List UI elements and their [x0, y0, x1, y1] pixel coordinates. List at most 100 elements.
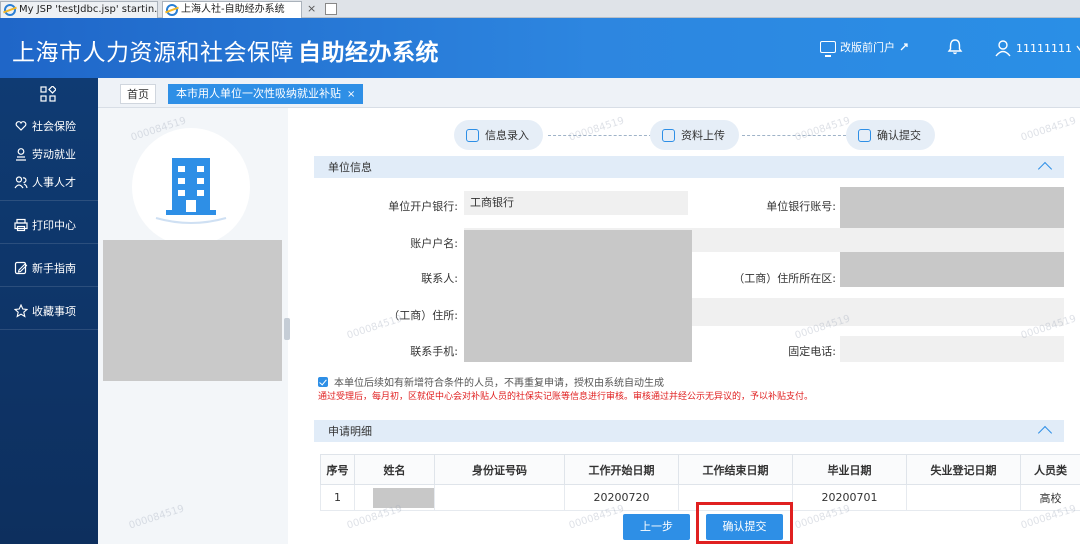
address-label: （工商）住所: — [388, 309, 458, 322]
sidebar-item-label: 劳动就业 — [32, 148, 76, 161]
sidebar-item-print-center[interactable]: 打印中心 — [0, 213, 98, 237]
old-portal-label: 改版前门户 — [840, 41, 895, 54]
mobile-label: 联系手机: — [410, 345, 458, 358]
upload-icon — [662, 128, 675, 142]
monitor-icon — [820, 41, 836, 57]
apps-grid-icon[interactable] — [40, 86, 56, 102]
page-tab-bar: 首页 本市用人单位一次性吸纳就业补贴 × — [98, 78, 1080, 108]
tab-current-label: 本市用人单位一次性吸纳就业补贴 — [176, 87, 341, 100]
system-title-bold: 自助经办系统 — [298, 40, 439, 66]
column-header: 身份证号码 — [434, 454, 565, 485]
link-icon — [900, 43, 908, 51]
auth-checkbox-label: 本单位后续如有新增符合条件的人员，不再重复申请，授权由系统自动生成 — [334, 378, 664, 389]
building-icon — [155, 158, 227, 224]
redacted-name-id — [373, 488, 434, 508]
printer-icon — [14, 218, 28, 232]
step-label: 信息录入 — [485, 129, 529, 142]
redacted-unit-info — [103, 240, 282, 381]
cell-unemp-date — [906, 484, 1021, 511]
person-badge-icon — [16, 148, 26, 161]
cell-person-type: 高校 — [1020, 484, 1080, 511]
section-title: 申请明细 — [328, 425, 372, 438]
people-icon — [14, 176, 28, 189]
chevron-down-icon — [1076, 45, 1080, 52]
column-header: 人员类 — [1020, 454, 1080, 485]
cell-grad-date: 20200701 — [792, 484, 907, 511]
heart-hand-icon — [15, 121, 27, 131]
step-confirm: 确认提交 — [846, 120, 935, 150]
step-info-entry: 信息录入 — [454, 120, 543, 150]
sidebar-divider — [0, 286, 98, 287]
bell-icon[interactable] — [947, 38, 963, 55]
sidebar-item-label: 人事人才 — [32, 176, 76, 189]
column-header: 序号 — [320, 454, 355, 485]
phone-field[interactable] — [840, 336, 1064, 362]
edit-icon — [466, 128, 479, 142]
cell-start-date: 20200720 — [564, 484, 679, 511]
browser-tab-strip: My JSP 'testJdbc.jsp' startin... 上海人社-自助… — [0, 0, 1080, 18]
checkbox-checked-icon[interactable] — [318, 376, 328, 387]
left-sidebar: 社会保险 劳动就业 人事人才 打印中心 新手指南 收藏事项 — [0, 78, 98, 544]
section-title: 单位信息 — [328, 161, 372, 174]
sidebar-item-label: 打印中心 — [32, 219, 76, 232]
phone-label: 固定电话: — [788, 345, 836, 358]
redacted-contact-block — [464, 230, 692, 362]
browser-tab-label: 上海人社-自助经办系统 — [181, 4, 285, 15]
star-icon — [14, 304, 28, 318]
bank-label: 单位开户银行: — [388, 200, 458, 213]
account-no-label: 单位银行账号: — [766, 200, 836, 213]
edit-icon — [14, 261, 28, 275]
tab-home[interactable]: 首页 — [120, 84, 156, 104]
contact-label: 联系人: — [421, 272, 458, 285]
step-connector — [742, 135, 846, 136]
sidebar-item-personnel[interactable]: 人事人才 — [0, 170, 98, 194]
system-title-main: 上海市人力资源和社会保障 — [12, 40, 294, 66]
cell-seq: 1 — [320, 484, 355, 511]
column-header: 工作开始日期 — [564, 454, 679, 485]
submit-highlight-box — [696, 502, 793, 544]
user-name: 11111111 — [1016, 41, 1072, 55]
close-icon[interactable]: × — [347, 89, 355, 100]
chevron-up-icon[interactable] — [1037, 425, 1053, 441]
district-label: （工商）住所所在区: — [733, 272, 836, 285]
bank-field[interactable]: 工商银行 — [464, 191, 688, 215]
sidebar-divider — [0, 329, 98, 330]
main-content: 信息录入 资料上传 确认提交 单位信息 单位开户银行: 工商银行 单位银行账号:… — [290, 108, 1080, 544]
chevron-up-icon[interactable] — [1037, 161, 1053, 177]
cell-name — [354, 484, 435, 511]
step-label: 确认提交 — [877, 129, 921, 142]
new-tab-icon[interactable] — [325, 3, 337, 15]
app-header: 上海市人力资源和社会保障 自助经办系统 改版前门户 11111111 — [0, 18, 1080, 78]
cell-id — [434, 484, 565, 511]
prev-step-button[interactable]: 上一步 — [623, 514, 690, 540]
sidebar-divider — [0, 243, 98, 244]
column-header: 毕业日期 — [792, 454, 907, 485]
browser-tab-label: My JSP 'testJdbc.jsp' startin... — [19, 4, 158, 15]
column-header: 失业登记日期 — [906, 454, 1021, 485]
account-name-label: 账户户名: — [410, 237, 458, 250]
sidebar-item-label: 收藏事项 — [32, 305, 76, 318]
ie-icon — [166, 4, 178, 16]
company-avatar — [132, 128, 250, 246]
sidebar-item-label: 社会保险 — [32, 120, 76, 133]
system-title: 上海市人力资源和社会保障 自助经办系统 — [12, 33, 439, 67]
sidebar-item-beginner-guide[interactable]: 新手指南 — [0, 256, 98, 280]
sidebar-item-favorites[interactable]: 收藏事项 — [0, 299, 98, 323]
user-menu[interactable]: 11111111 — [994, 39, 1080, 57]
sidebar-item-label: 新手指南 — [32, 262, 76, 275]
sidebar-item-employment[interactable]: 劳动就业 — [0, 142, 98, 166]
tab-current-service[interactable]: 本市用人单位一次性吸纳就业补贴 × — [168, 84, 364, 104]
step-upload: 资料上传 — [650, 120, 739, 150]
user-icon — [995, 40, 1011, 57]
section-detail: 申请明细 — [314, 420, 1064, 442]
sidebar-item-social-insurance[interactable]: 社会保险 — [0, 114, 98, 138]
close-tab-icon[interactable]: × — [307, 2, 316, 15]
browser-tab-jsp[interactable]: My JSP 'testJdbc.jsp' startin... — [0, 1, 158, 18]
unit-profile-panel — [98, 108, 288, 544]
browser-tab-active[interactable]: 上海人社-自助经办系统 — [162, 1, 302, 18]
column-header: 姓名 — [354, 454, 435, 485]
old-portal-link[interactable]: 改版前门户 — [820, 39, 909, 57]
sidebar-divider — [0, 200, 98, 201]
step-wizard: 信息录入 资料上传 确认提交 — [290, 118, 1080, 152]
auto-generate-auth[interactable]: 本单位后续如有新增符合条件的人员，不再重复申请，授权由系统自动生成 — [318, 374, 664, 389]
